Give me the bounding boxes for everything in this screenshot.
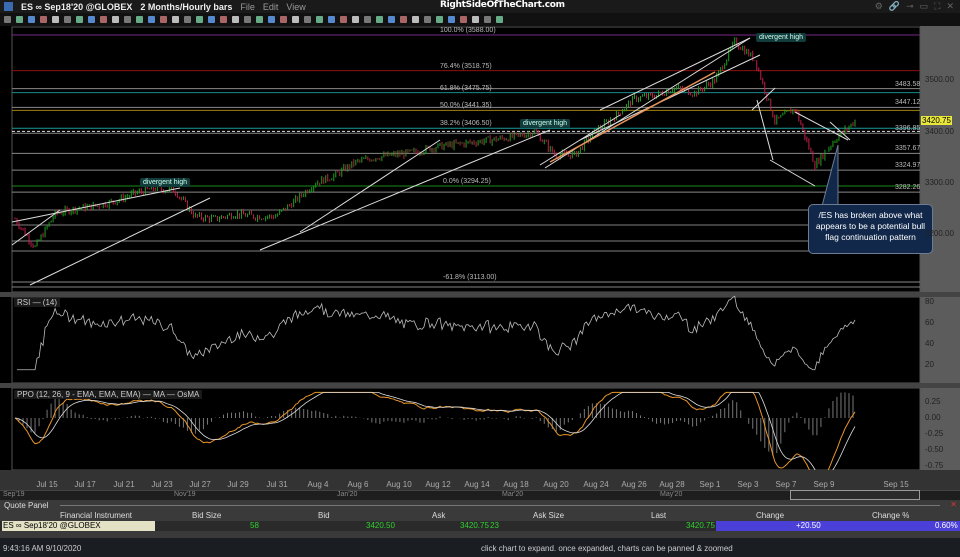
date-axis-label: Sep 15 (883, 480, 909, 489)
quote-panel: Quote Panel ✕ (0, 500, 960, 538)
quote-change: +20.50 (796, 521, 821, 530)
level-label: 3282.26 (895, 184, 921, 192)
column-header: Bid (318, 511, 330, 520)
date-axis-label: Aug 14 (464, 480, 490, 489)
status-hint: click chart to expand. once expanded, ch… (481, 544, 733, 553)
quote-ask: 3420.75 (460, 521, 489, 530)
rsi-title: RSI — (14) (14, 298, 61, 307)
current-price-tag: 3420.75 (921, 115, 952, 125)
date-axis-label: Jul 23 (151, 480, 173, 489)
quote-last: 3420.75 (686, 521, 715, 530)
overview-label: Nov'19 (174, 491, 196, 498)
close-panel-icon[interactable]: ✕ (950, 500, 957, 509)
level-label: 76.4% (3518.75) (440, 62, 492, 70)
quote-change-pct: 0.60% (935, 521, 958, 530)
level-label: 0.0% (3294.25) (443, 177, 491, 185)
divergent-high-label: divergent high (756, 33, 806, 42)
divider (60, 505, 940, 506)
quote-panel-title[interactable]: Quote Panel (4, 501, 48, 510)
price-axis-label: 3500.00 (925, 75, 954, 85)
ppo-title: PPO (12, 26, 9 - EMA, EMA, EMA) — MA — O… (14, 390, 203, 399)
date-axis-label: Jul 15 (36, 480, 58, 489)
column-header: Change (756, 511, 785, 520)
ppo-params: (12, 26, 9 - EMA, EMA, EMA) (36, 390, 141, 399)
level-label: 50.0% (3441.35) (440, 102, 492, 110)
date-axis-label: Aug 6 (347, 480, 369, 489)
column-header: Ask Size (533, 511, 565, 520)
column-header: Change % (872, 511, 910, 520)
ppo-osma-label: OsMA (177, 390, 200, 399)
ppo-axis-label: -0.75 (925, 461, 944, 470)
date-axis-label: Aug 20 (543, 480, 569, 489)
rsi-axis-label: 40 (925, 338, 934, 348)
date-axis-label: Sep 9 (813, 480, 835, 489)
date-axis-label: Jul 17 (74, 480, 96, 489)
date-axis-label: Aug 10 (386, 480, 412, 489)
date-axis-label: Jul 29 (227, 480, 249, 489)
overview-label: Sep'19 (3, 491, 25, 498)
price-axis-label: 3400.00 (925, 126, 954, 136)
rsi-panel (11, 296, 921, 384)
level-label: 61.8% (3475.75) (440, 84, 492, 92)
date-axis-label: Jul 21 (113, 480, 135, 489)
column-header: Last (651, 511, 667, 520)
date-axis-label: Jul 27 (189, 480, 211, 489)
divergent-high-label: divergent high (140, 178, 190, 187)
level-label: 3357.67 (895, 145, 921, 153)
column-header: Ask (432, 511, 446, 520)
date-axis-label: Aug 18 (503, 480, 529, 489)
level-label: 3324.97 (895, 162, 921, 170)
level-label: 38.2% (3406.50) (440, 120, 492, 128)
quote-bid-size: 58 (250, 521, 259, 530)
annotation-callout: /ES has broken above what appears to be … (808, 204, 933, 254)
quote-ask-size: 23 (490, 521, 499, 530)
rsi-label: RSI (17, 298, 31, 307)
level-label: 3483.58 (895, 80, 921, 88)
rsi-axis-label: 60 (925, 317, 934, 327)
quote-bid: 3420.50 (366, 521, 395, 530)
overview-thumb[interactable] (790, 490, 920, 500)
date-axis-label: Aug 12 (425, 480, 451, 489)
price-axis-label: 3200.00 (925, 229, 954, 239)
column-header: Bid Size (192, 511, 222, 520)
rsi-params: (14) (42, 298, 58, 307)
ppo-ma-label: MA (153, 390, 165, 399)
ppo-axis-label: 0.00 (925, 413, 941, 422)
level-label: 100.0% (3588.00) (440, 26, 496, 34)
level-label: 3447.12 (895, 99, 921, 107)
overview-label: Mar'20 (502, 491, 524, 498)
status-bar: 9:43:16 AM 9/10/2020 click chart to expa… (0, 538, 960, 557)
level-label: -61.8% (3113.00) (443, 274, 497, 281)
ppo-axis-label: 0.25 (925, 397, 941, 406)
divergent-high-label: divergent high (520, 119, 570, 128)
date-axis-label: Jul 31 (266, 480, 288, 489)
date-axis-label: Aug 28 (659, 480, 685, 489)
overview-label: May'20 (660, 491, 683, 498)
level-label: 3396.85 (895, 125, 921, 133)
ppo-label: PPO (17, 390, 34, 399)
date-axis-label: Sep 3 (737, 480, 759, 489)
panel-splitter[interactable] (0, 383, 960, 388)
rsi-axis-label: 80 (925, 296, 934, 306)
date-axis-label: Sep 7 (775, 480, 797, 489)
timestamp: 9:43:16 AM 9/10/2020 (3, 544, 82, 553)
overview-label: Jan'20 (337, 491, 358, 498)
column-header: Financial Instrument (60, 511, 133, 520)
date-axis-label: Aug 24 (583, 480, 609, 489)
ppo-axis-label: -0.25 (925, 429, 944, 438)
date-axis-label: Sep 1 (699, 480, 721, 489)
date-axis-label: Aug 26 (621, 480, 647, 489)
price-axis-label: 3300.00 (925, 178, 954, 187)
quote-instrument: ES ∞ Sep18'20 @GLOBEX (3, 521, 101, 530)
ppo-axis-label: -0.50 (925, 445, 944, 454)
rsi-axis-label: 20 (925, 359, 934, 369)
date-axis-label: Aug 4 (307, 480, 329, 489)
panel-splitter[interactable] (0, 292, 960, 297)
